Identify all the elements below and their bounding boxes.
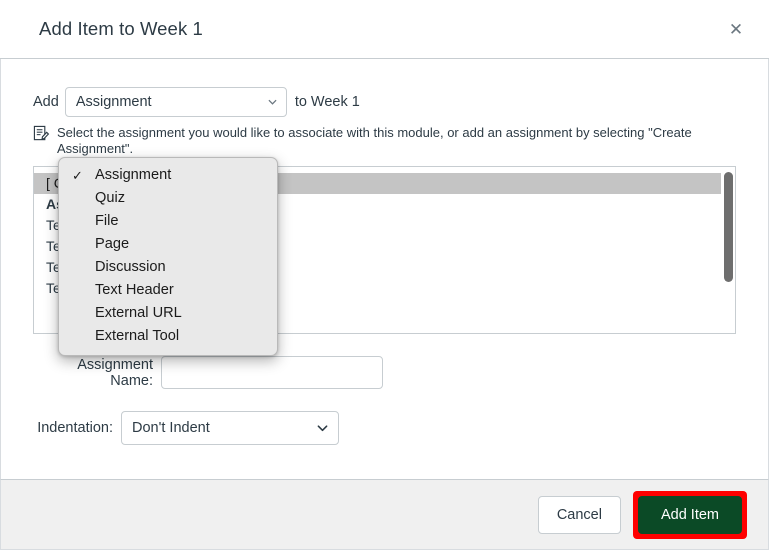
menu-item-external-url[interactable]: External URL: [59, 302, 277, 325]
menu-item-file[interactable]: File: [59, 210, 277, 233]
menu-item-label: Text Header: [95, 282, 174, 298]
menu-item-text-header[interactable]: Text Header: [59, 279, 277, 302]
add-item-button[interactable]: Add Item: [638, 496, 742, 534]
add-item-modal: Add Item to Week 1 ✕ Add Assignment to W…: [0, 0, 769, 550]
indentation-row: Indentation: Don't Indent: [33, 411, 736, 445]
help-text-row: Select the assignment you would like to …: [33, 125, 736, 157]
add-row-trail-text: to Week 1: [295, 94, 360, 110]
add-type-row: Add Assignment to Week 1: [33, 87, 736, 117]
modal-footer: Cancel Add Item: [0, 479, 769, 550]
listbox-scrollbar[interactable]: [721, 167, 735, 333]
assignment-name-input[interactable]: [161, 356, 383, 389]
indentation-label: Indentation:: [33, 420, 113, 436]
close-icon[interactable]: ✕: [721, 14, 751, 44]
menu-item-label: Page: [95, 236, 129, 252]
modal-body: Add Assignment to Week 1 Select the assi…: [0, 59, 769, 479]
add-item-highlight: Add Item: [633, 491, 747, 539]
cancel-button[interactable]: Cancel: [538, 496, 621, 534]
menu-item-quiz[interactable]: Quiz: [59, 187, 277, 210]
item-type-dropdown-menu[interactable]: ✓ Assignment Quiz File Page Discussion T…: [58, 157, 278, 356]
page-title: Add Item to Week 1: [39, 20, 203, 39]
item-type-select-value: Assignment: [76, 94, 152, 110]
check-icon: ✓: [72, 164, 83, 187]
menu-item-label: External Tool: [95, 328, 179, 344]
help-text: Select the assignment you would like to …: [57, 125, 736, 157]
menu-item-label: Quiz: [95, 190, 125, 206]
indentation-select-value: Don't Indent: [132, 420, 210, 436]
menu-item-label: Assignment: [95, 167, 171, 183]
menu-item-external-tool[interactable]: External Tool: [59, 325, 277, 348]
chevron-down-icon: [317, 423, 328, 434]
menu-item-discussion[interactable]: Discussion: [59, 256, 277, 279]
modal-header: Add Item to Week 1 ✕: [0, 0, 769, 59]
chevron-down-icon: [268, 98, 277, 107]
assignment-name-row: Assignment Name:: [33, 356, 736, 389]
menu-item-assignment[interactable]: ✓ Assignment: [59, 164, 277, 187]
assignment-name-label: Assignment Name:: [33, 357, 153, 389]
menu-item-page[interactable]: Page: [59, 233, 277, 256]
menu-item-label: File: [95, 213, 119, 229]
menu-item-label: Discussion: [95, 259, 166, 275]
listbox-scrollbar-thumb[interactable]: [724, 172, 733, 282]
item-type-select[interactable]: Assignment: [65, 87, 287, 117]
indentation-select[interactable]: Don't Indent: [121, 411, 339, 445]
menu-item-label: External URL: [95, 305, 182, 321]
edit-document-icon: [33, 125, 50, 142]
add-row-lead-text: Add: [33, 94, 59, 110]
